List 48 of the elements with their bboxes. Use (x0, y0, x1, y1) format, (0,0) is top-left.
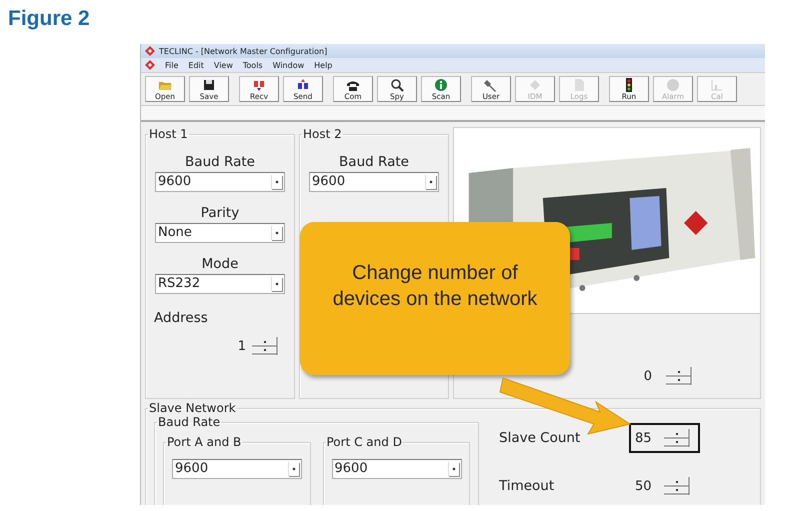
dropdown[interactable]: 9600 (332, 459, 462, 479)
group-title: Host 2 (302, 127, 343, 141)
group-title: Host 1 (148, 127, 189, 141)
field-label: Parity (200, 204, 240, 223)
diamond-icon (528, 78, 542, 92)
spin-button[interactable] (666, 367, 692, 385)
menu-item[interactable]: Help (314, 60, 332, 70)
circle-icon (666, 78, 680, 92)
dropdown[interactable]: 9600 (172, 459, 302, 479)
menu-item[interactable]: Window (272, 60, 304, 70)
spin-button[interactable] (664, 429, 690, 447)
field-label: Baud Rate (339, 153, 409, 172)
dropdown[interactable]: 9600 (155, 172, 285, 192)
group-title: Slave Network (148, 401, 237, 415)
spinner-value: 0 (644, 368, 652, 384)
info-icon (434, 78, 448, 92)
field-label: Baud Rate (185, 153, 255, 172)
spin-button[interactable] (664, 477, 690, 495)
window-title: TECLINC - [Network Master Configuration] (159, 46, 328, 56)
field-label: Mode (202, 255, 238, 274)
spin-button[interactable] (252, 337, 278, 355)
menu-item[interactable]: View (214, 60, 233, 70)
wrench-icon (484, 78, 498, 92)
group-title: Port A and B (166, 435, 242, 449)
dropdown[interactable]: None (155, 223, 285, 243)
diamond-icon (145, 60, 155, 70)
callout-text: Change number of devices on the network (332, 260, 538, 312)
field-label: Slave Count (499, 430, 582, 446)
dropdown[interactable]: 9600 (309, 172, 439, 192)
spinner-value: 85 (635, 430, 652, 446)
diamond-icon (145, 46, 155, 56)
menu-item[interactable]: Edit (188, 60, 204, 70)
menu-item[interactable]: File (165, 60, 178, 70)
menu-item[interactable]: Tools (242, 60, 263, 70)
figure-label: Figure 2 (8, 7, 90, 31)
dropdown[interactable]: RS232 (155, 274, 285, 294)
caret-icon (448, 462, 458, 476)
receive-icon (252, 78, 266, 92)
group-title: Port C and D (326, 435, 403, 449)
chart-icon (710, 78, 724, 92)
document-icon (572, 78, 586, 92)
send-icon (296, 78, 310, 92)
field-label: Address (154, 310, 208, 327)
field-label: Timeout (499, 478, 556, 494)
spinner-value: 1 (238, 338, 246, 354)
spinner-value: 50 (635, 478, 652, 494)
group-title: Baud Rate (157, 415, 222, 429)
search-icon (390, 78, 404, 92)
